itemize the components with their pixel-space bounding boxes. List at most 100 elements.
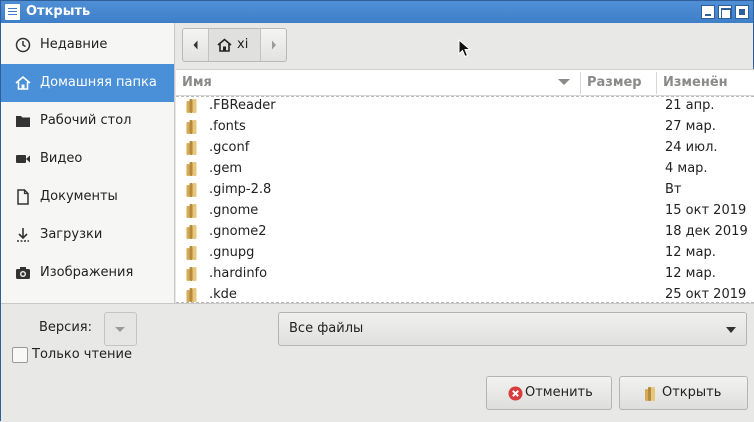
window-menu-icon[interactable] (5, 4, 20, 20)
clock-icon (15, 37, 31, 53)
home-icon (15, 75, 31, 91)
cancel-button-label: Отменить (525, 385, 593, 400)
folder-icon (185, 161, 201, 181)
file-name: .hardinfo (209, 266, 268, 281)
column-header-modified[interactable]: Изменён (663, 75, 728, 90)
open-button-label: Открыть (662, 385, 722, 400)
file-name: .gimp-2.8 (209, 182, 272, 197)
download-icon (15, 227, 31, 243)
file-name: .FBReader (209, 98, 276, 113)
file-modified: 12 мар. (665, 266, 716, 281)
mouse-pointer-icon (458, 39, 472, 58)
minimize-button[interactable] (701, 5, 715, 19)
folder-icon (185, 119, 201, 139)
file-name: .gem (209, 161, 243, 176)
window-title: Открыть (26, 4, 91, 19)
sort-descending-icon (558, 79, 570, 85)
sidebar-item-downloads[interactable]: Загрузки (1, 216, 174, 254)
file-modified: 24 июл. (665, 140, 718, 155)
sidebar-item-label: Рабочий стол (40, 113, 132, 128)
folder-icon (185, 287, 201, 303)
file-type-filter[interactable]: Все файлы (278, 312, 747, 346)
file-row[interactable]: .gnome2 18 дек 2019 (176, 222, 754, 243)
readonly-checkbox[interactable] (12, 347, 28, 363)
file-list-header: Имя Размер Изменён (176, 70, 754, 96)
close-button[interactable] (735, 5, 749, 19)
file-row[interactable]: .gnome 15 окт 2019 (176, 201, 754, 222)
folder-icon (185, 224, 201, 244)
file-type-filter-value: Все файлы (289, 321, 364, 336)
file-row[interactable]: .hardinfo 12 мар. (176, 264, 754, 285)
file-name: .kde (209, 287, 237, 302)
camera-icon (15, 265, 31, 281)
folder-icon (185, 266, 201, 286)
path-forward-button[interactable] (261, 29, 287, 61)
file-modified: Вт (665, 182, 682, 197)
maximize-button[interactable] (718, 5, 732, 19)
version-combo[interactable] (104, 312, 137, 346)
sidebar-item-label: Документы (40, 189, 118, 204)
cancel-button[interactable]: Отменить (486, 376, 612, 410)
path-segment-home[interactable]: xi (209, 29, 261, 61)
folder-icon (15, 113, 31, 129)
file-modified: 18 дек 2019 (665, 224, 748, 239)
open-folder-icon (644, 386, 659, 406)
chevron-left-icon (193, 40, 198, 50)
sidebar-item-home[interactable]: Домашняя папка (1, 64, 174, 102)
cancel-icon (508, 386, 523, 405)
version-label: Версия: (39, 320, 92, 335)
file-name: .fonts (209, 119, 246, 134)
path-bar: xi (182, 28, 287, 62)
folder-icon (185, 182, 201, 202)
sidebar-item-label: Домашняя папка (40, 75, 157, 90)
file-open-dialog: Открыть Недавние Домашняя папка Рабочий … (0, 0, 754, 422)
file-name: .gnome2 (209, 224, 267, 239)
places-sidebar: Недавние Домашняя папка Рабочий стол Вид… (1, 23, 175, 303)
sidebar-item-documents[interactable]: Документы (1, 178, 174, 216)
file-modified: 21 апр. (665, 98, 715, 113)
sidebar-item-label: Видео (40, 151, 83, 166)
dialog-footer: Версия: Все файлы Только чтение Отменить… (1, 303, 754, 422)
sidebar-item-videos[interactable]: Видео (1, 140, 174, 178)
file-list: Имя Размер Изменён .FBReader 21 апр. .font… (176, 69, 754, 303)
file-row[interactable]: .kde 25 окт 2019 (176, 285, 754, 303)
title-bar[interactable]: Открыть (1, 1, 753, 23)
file-name: .gnome (209, 203, 259, 218)
folder-icon (185, 98, 201, 118)
file-row[interactable]: .FBReader 21 апр. (176, 96, 754, 117)
file-modified: 12 мар. (665, 245, 716, 260)
column-header-size[interactable]: Размер (587, 75, 642, 90)
open-button[interactable]: Открыть (619, 376, 748, 410)
file-row[interactable]: .gnupg 12 мар. (176, 243, 754, 264)
file-row[interactable]: .gconf 24 июл. (176, 138, 754, 159)
file-row[interactable]: .gimp-2.8 Вт (176, 180, 754, 201)
file-row[interactable]: .gem 4 мар. (176, 159, 754, 180)
column-header-name[interactable]: Имя (182, 75, 212, 90)
path-back-button[interactable] (183, 29, 209, 61)
file-modified: 15 окт 2019 (665, 203, 747, 218)
sidebar-item-recent[interactable]: Недавние (1, 26, 174, 64)
home-icon (217, 38, 232, 56)
file-modified: 4 мар. (665, 161, 708, 176)
file-name: .gnupg (209, 245, 255, 260)
chevron-right-icon (272, 40, 276, 50)
folder-icon (185, 203, 201, 223)
sidebar-item-label: Загрузки (40, 227, 103, 242)
path-segment-label: xi (237, 37, 249, 52)
column-separator[interactable] (656, 72, 657, 94)
folder-icon (185, 245, 201, 265)
chevron-down-icon (115, 327, 125, 332)
document-icon (15, 189, 31, 205)
sidebar-item-label: Изображения (40, 265, 134, 280)
folder-icon (185, 140, 201, 160)
file-row[interactable]: .fonts 27 мар. (176, 117, 754, 138)
sidebar-item-pictures[interactable]: Изображения (1, 254, 174, 292)
file-modified: 25 окт 2019 (665, 287, 747, 302)
column-separator[interactable] (580, 72, 581, 94)
sidebar-item-label: Недавние (40, 37, 108, 52)
sidebar-item-desktop[interactable]: Рабочий стол (1, 102, 174, 140)
file-name: .gconf (209, 140, 250, 155)
readonly-label[interactable]: Только чтение (32, 347, 132, 362)
video-icon (15, 151, 31, 167)
chevron-down-icon (726, 327, 736, 333)
